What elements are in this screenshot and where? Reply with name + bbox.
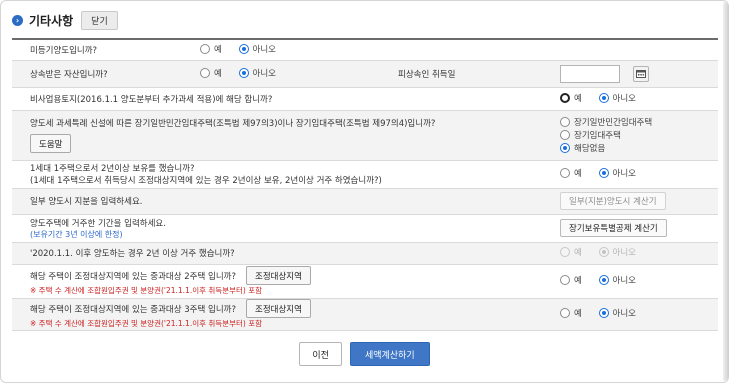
radio-circle-icon xyxy=(560,308,570,318)
radio-onehouse-yes[interactable]: 예 xyxy=(560,167,582,179)
row-inherited: 상속받은 자산입니까? 예 아니오 피상속인 취득일 xyxy=(12,60,718,88)
radio-selected-icon xyxy=(238,67,249,78)
radio-nonbusiness-yes[interactable]: 예 xyxy=(560,92,582,104)
radio-inherited-no[interactable]: 아니오 xyxy=(238,67,276,79)
question-label: '2020.1.1. 이후 양도하는 경우 2년 이상 거주 했습니까? xyxy=(12,242,542,265)
warning-note: ※ 주택 수 계산에 조합원입주권 및 분양권('21.1.1.이후 취득분부터… xyxy=(30,286,263,295)
section-title: 기타사항 xyxy=(29,14,74,28)
radio-circle-icon xyxy=(200,43,210,54)
question-label: 미등기양도입니까? xyxy=(12,39,182,61)
decedent-date-input[interactable] xyxy=(560,64,620,83)
row-adjusted-3house: 해당 주택이 조정대상지역에 있는 중과대상 3주택 입니까? 조정대상지역 ※… xyxy=(12,298,718,331)
question-label: 양도주택에 거주한 기간을 입력하세요. xyxy=(30,218,166,229)
question-label: 해당 주택이 조정대상지역에 있는 중과대상 2주택 입니까? xyxy=(30,271,236,282)
question-label: 상속받은 자산입니까? xyxy=(12,60,182,88)
radio-circle-icon xyxy=(200,67,210,78)
question-note: (보유기간 3년 이상에 한정) xyxy=(30,229,123,239)
radio-disabled-selected-icon xyxy=(598,247,609,257)
row-unregistered: 미등기양도입니까? 예 아니오 xyxy=(12,39,718,61)
row-one-house: 1세대 1주택으로서 2년이상 보유를 했습니까? (1세대 1주택으로서 취득… xyxy=(12,160,718,189)
row-partial-share: 일부 양도시 지분을 입력하세요. 일부(지분)양도시 계산기 xyxy=(12,188,718,215)
panel-shadow xyxy=(723,2,729,381)
decedent-date-label: 피상속인 취득일 xyxy=(352,60,542,88)
radio-circle-icon xyxy=(560,117,570,127)
radio-circle-icon xyxy=(560,275,570,285)
radio-inherited-yes[interactable]: 예 xyxy=(200,67,222,79)
radio-3house-yes[interactable]: 예 xyxy=(560,307,582,319)
question-label: 비사업용토지(2016.1.1 양도분부터 추가과세 적용)에 해당 합니까? xyxy=(12,87,542,111)
radio-focused-icon xyxy=(560,92,570,103)
warning-note: ※ 주택 수 계산에 조합원입주권 및 분양권('21.1.1.이후 취득분부터… xyxy=(30,319,263,328)
radio-3house-no[interactable]: 아니오 xyxy=(598,307,636,319)
calendar-icon[interactable] xyxy=(632,65,649,82)
radio-nonbusiness-no[interactable]: 아니오 xyxy=(598,92,636,104)
calculate-tax-button[interactable]: 세액계산하기 xyxy=(349,342,430,366)
options-table: 미등기양도입니까? 예 아니오 상속받은 자산입니까? 예 아니오 피상속인 취… xyxy=(12,38,718,331)
bullet-arrow-icon: › xyxy=(12,15,23,26)
row-after-2020: '2020.1.1. 이후 양도하는 경우 2년 이상 거주 했습니까? 예 아… xyxy=(12,242,718,265)
close-button[interactable]: 닫기 xyxy=(81,11,118,30)
radio-unregistered-yes[interactable]: 예 xyxy=(200,43,222,55)
radio-after2020-yes[interactable]: 예 xyxy=(560,246,582,258)
radio-selected-icon xyxy=(598,275,609,285)
radio-selected-icon xyxy=(598,168,609,178)
radio-circle-icon xyxy=(560,130,570,140)
row-nonbusiness-land: 비사업용토지(2016.1.1 양도분부터 추가과세 적용)에 해당 합니까? … xyxy=(12,87,718,111)
radio-rental-longterm[interactable]: 장기임대주택 xyxy=(560,129,710,141)
question-sublabel: (1세대 1주택으로서 취득당시 조정대상지역에 있는 경우 2년이상 보유, … xyxy=(30,176,382,186)
question-label: 일부 양도시 지분을 입력하세요. xyxy=(12,188,542,215)
previous-button[interactable]: 이전 xyxy=(299,342,342,366)
radio-circle-icon xyxy=(560,168,570,178)
radio-after2020-no[interactable]: 아니오 xyxy=(598,246,636,258)
partial-share-calculator-button[interactable]: 일부(지분)양도시 계산기 xyxy=(560,192,666,210)
radio-onehouse-no[interactable]: 아니오 xyxy=(598,167,636,179)
row-residence-period: 양도주택에 거주한 기간을 입력하세요. (보유기간 3년 이상에 한정) 장기… xyxy=(12,214,718,243)
adjusted-area-button[interactable]: 조정대상지역 xyxy=(246,299,311,318)
radio-2house-no[interactable]: 아니오 xyxy=(598,274,636,286)
row-adjusted-2house: 해당 주택이 조정대상지역에 있는 중과대상 2주택 입니까? 조정대상지역 ※… xyxy=(12,264,718,299)
radio-rental-private[interactable]: 장기일반민간임대주택 xyxy=(560,116,710,128)
radio-selected-icon xyxy=(238,43,249,54)
radio-rental-none[interactable]: 해당없음 xyxy=(560,142,710,154)
question-label: 양도세 과세특례 신설에 따른 장기일반민간임대주택(조특법 제97의3)이나 … xyxy=(30,119,436,129)
longterm-deduction-calculator-button[interactable]: 장기보유특별공제 계산기 xyxy=(560,219,667,237)
radio-disabled-icon xyxy=(560,247,570,257)
adjusted-area-button[interactable]: 조정대상지역 xyxy=(246,266,311,285)
radio-selected-icon xyxy=(560,143,570,153)
section-header: › 기타사항 닫기 xyxy=(12,11,118,30)
radio-selected-icon xyxy=(598,308,609,318)
help-button[interactable]: 도움말 xyxy=(30,134,72,153)
radio-unregistered-no[interactable]: 아니오 xyxy=(238,43,276,55)
radio-2house-yes[interactable]: 예 xyxy=(560,274,582,286)
footer-actions: 이전 세액계산하기 xyxy=(0,342,729,366)
question-label: 1세대 1주택으로서 2년이상 보유를 했습니까? xyxy=(30,164,195,174)
radio-selected-icon xyxy=(598,92,609,103)
question-label: 해당 주택이 조정대상지역에 있는 중과대상 3주택 입니까? xyxy=(30,304,236,315)
row-longterm-rental: 양도세 과세특례 신설에 따른 장기일반민간임대주택(조특법 제97의3)이나 … xyxy=(12,110,718,161)
